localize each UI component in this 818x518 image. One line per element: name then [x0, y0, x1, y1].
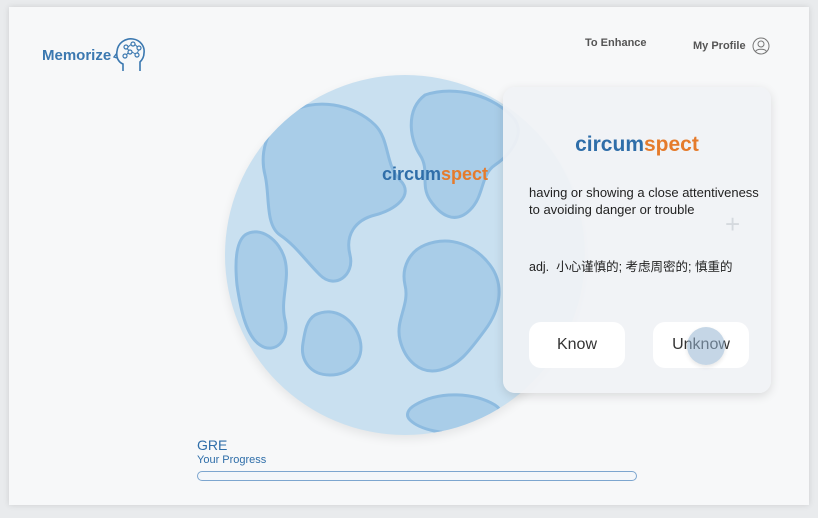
brain-head-icon [113, 38, 146, 71]
progress-subtitle: Your Progress [197, 454, 267, 466]
progress-section: GRE Your Progress [197, 437, 266, 466]
touch-indicator [687, 327, 725, 365]
card-word-title: circumspect [503, 133, 771, 157]
user-circle-icon [752, 37, 770, 55]
part-of-speech: adj. [529, 260, 550, 274]
progress-bar [197, 471, 637, 481]
word-card: + circumspect having or showing a close … [503, 87, 771, 393]
card-word-suffix: spect [644, 133, 699, 156]
progress-title: GRE [197, 437, 228, 453]
nav-to-enhance[interactable]: To Enhance [585, 37, 647, 49]
nav-my-profile[interactable]: My Profile [693, 37, 770, 55]
globe-word-label: circumspect [382, 164, 488, 185]
know-button[interactable]: Know [529, 322, 625, 368]
word-translation: 小心谨慎的; 考虑周密的; 慎重的 [556, 260, 733, 274]
word-definition: having or showing a close attentiveness … [529, 185, 759, 217]
nav-to-enhance-label: To Enhance [585, 37, 647, 49]
word-translation-line: adj. 小心谨慎的; 考虑周密的; 慎重的 [529, 256, 765, 275]
app-name: Memorize [42, 46, 112, 64]
nav-my-profile-label: My Profile [693, 40, 746, 52]
know-button-label: Know [556, 336, 598, 353]
app-logo[interactable]: Memorize [42, 35, 149, 75]
globe-word-prefix: circum [382, 164, 442, 184]
card-word-prefix: circum [575, 133, 644, 156]
app-window: Memorize To Enhance My Profile circumspe… [9, 7, 809, 505]
globe-word-suffix: spect [441, 164, 489, 184]
